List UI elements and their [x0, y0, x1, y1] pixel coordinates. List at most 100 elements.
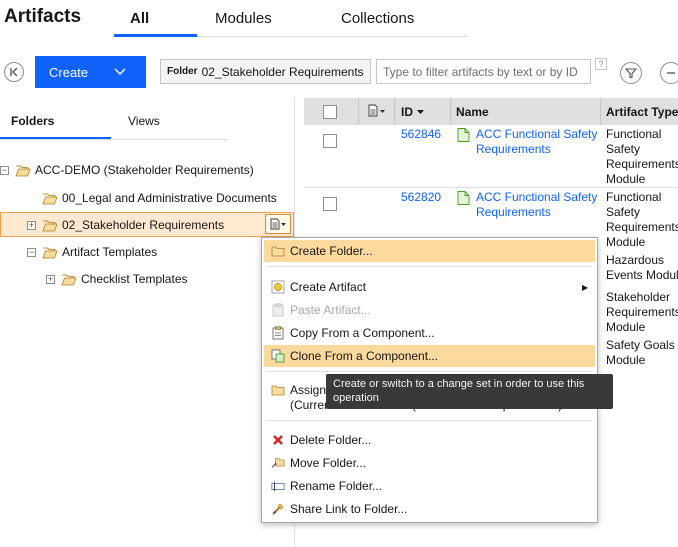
row-checkbox[interactable] — [323, 197, 337, 211]
artifact-id-link[interactable]: 562820 — [401, 190, 441, 205]
tab-folders[interactable]: Folders — [11, 114, 54, 128]
folder-new-icon — [271, 244, 285, 258]
create-button[interactable]: Create — [35, 56, 146, 88]
type-line: Events Module — [606, 268, 678, 282]
collapse-expander[interactable]: − — [0, 165, 9, 175]
type-line: Requirements — [606, 157, 678, 171]
artifact-id-link[interactable]: 562846 — [401, 127, 441, 142]
type-line: Functional — [606, 127, 662, 141]
folder-open-icon — [42, 193, 58, 204]
row-divider — [304, 187, 678, 188]
type-line: Functional — [606, 190, 662, 204]
tree-item-acc-demo[interactable]: − ACC-DEMO (Stakeholder Requirements) — [0, 159, 254, 181]
artifact-type-cell: Safety Goals Module — [606, 338, 675, 368]
artifact-type-cell: Functional Safety Requirements Module — [606, 190, 678, 250]
menu-item-create-folder[interactable]: Create Folder... — [264, 240, 595, 262]
requirement-document-icon — [457, 128, 470, 145]
row-actions-button[interactable] — [265, 214, 291, 234]
type-line: Requirements — [606, 305, 678, 319]
menu-item-label-line2: (Curren — [290, 398, 331, 412]
tree-item-label: 02_Stakeholder Requirements — [62, 218, 225, 232]
collapse-panel-button[interactable] — [4, 62, 24, 82]
type-line: Hazardous — [606, 253, 665, 267]
artifact-type-cell: Stakeholder Requirements Module — [606, 290, 678, 335]
menu-item-share-link[interactable]: Share Link to Folder... — [264, 498, 595, 520]
menu-item-rename-folder[interactable]: Rename Folder... — [264, 475, 595, 497]
help-icon[interactable]: ? — [595, 58, 607, 70]
minus-icon — [667, 72, 675, 74]
collapse-left-icon — [10, 67, 18, 77]
column-separator — [394, 98, 395, 125]
disabled-operation-tooltip: Create or switch to a change set in orde… — [326, 374, 613, 409]
sort-down-icon — [417, 109, 424, 114]
document-menu-icon — [368, 104, 385, 117]
tab-modules[interactable]: Modules — [215, 10, 272, 27]
menu-item-label-line1: Assign — [290, 383, 327, 397]
menu-separator — [266, 266, 592, 267]
filter-input[interactable] — [376, 59, 591, 84]
row-checkbox[interactable] — [323, 134, 337, 148]
submenu-arrow-icon: ▶ — [582, 282, 589, 292]
column-options-button[interactable] — [367, 104, 387, 121]
expand-expander[interactable]: + — [27, 220, 36, 230]
tree-item-legal-admin[interactable]: 00_Legal and Administrative Documents — [42, 187, 277, 209]
type-line: Module — [606, 320, 646, 334]
subtab-active-indicator — [0, 137, 111, 139]
collapse-all-button[interactable] — [660, 62, 678, 84]
column-separator — [450, 98, 451, 125]
name-line: Requirements — [476, 205, 551, 219]
name-line: ACC Functional Safety — [476, 190, 598, 204]
tree-item-label: Artifact Templates — [62, 245, 158, 259]
column-separator — [358, 98, 359, 125]
collapse-expander[interactable]: − — [27, 247, 36, 257]
type-line: Safety Goals — [606, 338, 675, 352]
tab-views[interactable]: Views — [128, 114, 160, 128]
menu-item-create-artifact[interactable]: Create Artifact ▶ — [264, 276, 595, 298]
column-header-id[interactable]: ID — [401, 98, 426, 125]
type-line: Module — [606, 235, 646, 249]
folder-chip-key: Folder — [167, 66, 198, 77]
menu-item-move-folder[interactable]: Move Folder... — [264, 452, 595, 474]
menu-item-copy-from-component[interactable]: Copy From a Component... — [264, 322, 595, 344]
type-line: Requirements — [606, 220, 678, 234]
menu-item-label: Clone From a Component... — [290, 349, 439, 363]
tab-collections[interactable]: Collections — [341, 10, 414, 27]
copy-icon — [271, 326, 285, 340]
menu-item-label: Share Link to Folder... — [290, 502, 408, 516]
tab-active-indicator — [114, 34, 197, 37]
menu-item-delete-folder[interactable]: Delete Folder... — [264, 429, 595, 451]
tree-item-checklist-templates[interactable]: + Checklist Templates — [46, 268, 188, 290]
artifact-type-cell: Functional Safety Requirements Module — [606, 127, 678, 187]
select-all-checkbox[interactable] — [323, 105, 337, 119]
rename-icon — [271, 479, 285, 493]
tab-all[interactable]: All — [130, 10, 149, 27]
name-line: Requirements — [476, 142, 551, 156]
menu-separator — [266, 371, 592, 372]
assign-folder-icon — [271, 384, 285, 399]
share-link-icon — [271, 502, 285, 516]
menu-item-label: Create Artifact — [290, 280, 367, 294]
delete-icon — [271, 433, 285, 447]
artifact-name-link[interactable]: ACC Functional Safety Requirements — [476, 190, 597, 220]
menu-item-label: Create Folder... — [290, 244, 373, 258]
column-header-name[interactable]: Name — [456, 98, 489, 125]
column-header-artifact-type[interactable]: Artifact Type — [606, 98, 678, 125]
tree-item-stakeholder-requirements[interactable]: + 02_Stakeholder Requirements — [27, 214, 224, 236]
artifact-name-link[interactable]: ACC Functional Safety Requirements — [476, 127, 597, 157]
chevron-down-icon — [114, 68, 126, 76]
artifact-new-icon — [271, 280, 285, 294]
folder-chip-value: 02_Stakeholder Requirements — [201, 64, 364, 79]
menu-item-clone-from-component[interactable]: Clone From a Component... — [264, 345, 595, 367]
clone-icon — [271, 349, 285, 363]
tree-item-artifact-templates[interactable]: − Artifact Templates — [27, 241, 157, 263]
expand-expander[interactable]: + — [46, 274, 55, 284]
tree-item-label: Checklist Templates — [81, 272, 188, 286]
menu-item-paste-artifact[interactable]: Paste Artifact... — [264, 299, 595, 321]
filter-icon — [625, 68, 637, 79]
create-button-label: Create — [49, 64, 89, 80]
type-line: Safety — [606, 205, 641, 219]
move-icon — [271, 456, 285, 470]
tree-item-label: 00_Legal and Administrative Documents — [62, 191, 277, 205]
folder-open-icon — [61, 274, 77, 285]
filter-button[interactable] — [620, 62, 642, 84]
